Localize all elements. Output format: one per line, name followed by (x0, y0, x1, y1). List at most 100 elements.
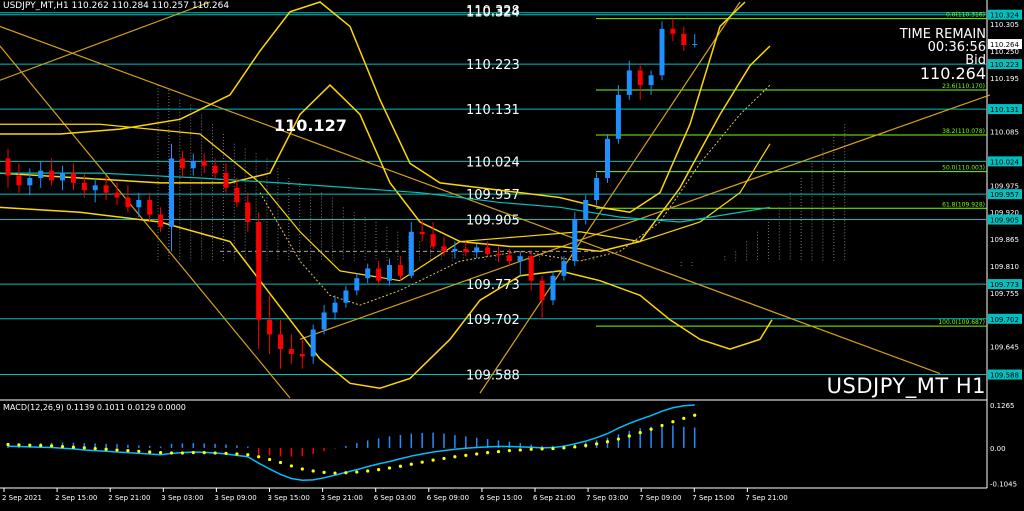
candle (49, 170, 55, 181)
ohlc-values: 110.262 110.284 110.257 110.264 (71, 1, 230, 11)
candle (692, 44, 698, 46)
candle (223, 173, 229, 188)
time-tick: 2 Sep 21:00 (108, 494, 150, 502)
macd-signal-dot (366, 469, 370, 473)
candle (212, 165, 218, 174)
macd-signal-dot (551, 446, 555, 451)
candle (539, 280, 545, 301)
fib-label: 50.0(110.003) (942, 165, 985, 172)
macd-signal-dot (202, 451, 206, 455)
price-chart[interactable]: 0.0(110.316) 23.6(110.170) 38.2(110.078) 50… (0, 0, 1024, 507)
candle (430, 234, 436, 247)
macd-signal-dot (475, 452, 479, 456)
level-box-text: 110.131 (990, 106, 1019, 114)
candle (321, 312, 327, 330)
macd-signal-dot (148, 450, 152, 454)
level-text: 109.702 (466, 313, 520, 328)
candle (496, 253, 501, 256)
candle (114, 192, 120, 198)
price-tick: 109.865 (990, 236, 1019, 244)
candle (474, 247, 480, 253)
current-price-text: 110.264 (990, 41, 1019, 49)
macd-signal-dot (28, 443, 32, 447)
macd-signal-dot (71, 445, 75, 449)
candle (310, 329, 316, 357)
macd-signal-dot (496, 450, 501, 454)
macd-signal-dot (278, 460, 283, 465)
macd-signal-dot (355, 470, 359, 474)
macd-signal-dot (344, 471, 348, 475)
candle (659, 28, 665, 76)
macd-signal-dot (82, 446, 86, 450)
candle (681, 33, 687, 46)
macd-signal-dot (595, 442, 599, 446)
macd-signal-dot (17, 443, 21, 447)
chart-area[interactable]: 0.0(110.316) 23.6(110.170) 38.2(110.078) 50… (0, 0, 1024, 507)
candle (528, 256, 534, 281)
candle (169, 158, 174, 227)
macd-signal-dot (616, 437, 621, 441)
candle (278, 334, 283, 350)
macd-tick: 0.00 (990, 445, 1006, 453)
level-box-text: 110.324 (990, 12, 1019, 20)
macd-signal-dot (126, 449, 130, 453)
candle (550, 275, 556, 301)
macd-tick: -0.1045 (990, 480, 1017, 488)
macd-signal-dot (442, 456, 446, 461)
level-box-text: 109.905 (990, 217, 1019, 225)
candle (60, 173, 65, 181)
time-tick: 6 Sep 09:00 (427, 494, 469, 502)
macd-signal-dot (257, 455, 261, 459)
candle (506, 255, 512, 262)
macd-signal-dot (671, 420, 675, 424)
candle (136, 200, 142, 208)
candle (365, 268, 371, 279)
candle (299, 354, 305, 357)
candle (179, 158, 185, 169)
macd-signal-dot (638, 431, 642, 435)
candle (245, 202, 251, 222)
level-box-text: 109.957 (990, 191, 1019, 199)
macd-signal-dot (115, 448, 119, 452)
candle (190, 160, 196, 169)
macd-signal-dot (540, 447, 544, 451)
level-box-text: 109.773 (990, 281, 1019, 289)
macd-signal-dot (159, 451, 163, 455)
candle (387, 265, 392, 281)
fib-label: 0.0(110.316) (946, 12, 985, 19)
candle (452, 248, 458, 252)
time-tick: 7 Sep 09:00 (639, 494, 681, 502)
level-box-text: 110.223 (990, 61, 1019, 69)
macd-signal-dot (562, 446, 566, 450)
macd-signal-dot (431, 458, 435, 462)
time-tick: 6 Sep 21:00 (533, 494, 575, 502)
macd-signal-dot (191, 451, 195, 455)
candle (626, 70, 632, 95)
candle (463, 248, 469, 253)
macd-signal-dot (584, 443, 588, 448)
fib-label: 23.6(110.170) (942, 83, 985, 90)
macd-signal-dot (627, 434, 631, 438)
macd-signal-dot (660, 423, 664, 428)
time-tick: 7 Sep 21:00 (745, 494, 787, 502)
macd-signal-dot (529, 447, 533, 451)
macd-signal-dot (693, 413, 697, 417)
level-text: 110.131 (466, 103, 520, 118)
price-tick: 110.195 (990, 75, 1019, 83)
macd-signal-dot (649, 427, 653, 431)
macd-signal-dot (300, 467, 304, 471)
macd-signal-dot (169, 451, 174, 455)
macd-header: MACD(12,26,9) 0.1139 0.1011 0.0129 0.000… (3, 403, 186, 412)
candle (267, 319, 273, 335)
symbol-timeframe: USDJPY_MT,H1 (3, 1, 69, 11)
macd-signal-dot (453, 455, 457, 459)
time-tick: 7 Sep 15:00 (692, 494, 734, 502)
candle (332, 302, 338, 313)
candle (158, 214, 164, 227)
macd-signal-dot (289, 464, 293, 468)
candle (397, 265, 403, 276)
macd-signal-dot (507, 449, 511, 453)
candle (103, 185, 109, 193)
candle (147, 200, 153, 215)
level-text: 110.223 (466, 58, 520, 73)
